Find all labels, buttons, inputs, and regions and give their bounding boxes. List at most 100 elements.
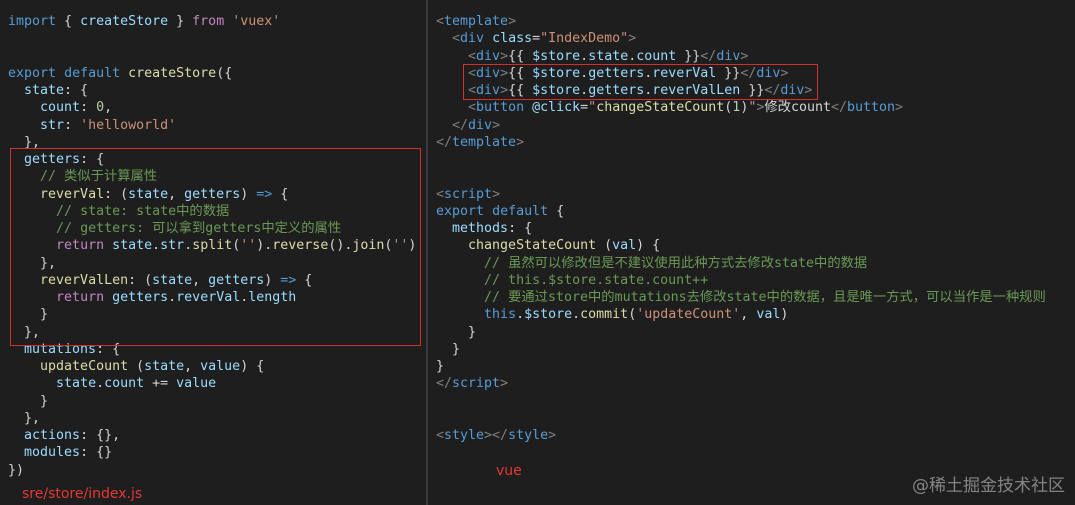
code-token: div — [460, 31, 485, 47]
code-token: </ — [764, 83, 781, 98]
code-token: }} — [676, 48, 701, 64]
code-line: } — [8, 306, 48, 323]
code-token: $store — [532, 65, 581, 81]
code-token: createStore — [80, 14, 169, 29]
code-token: ) { — [636, 238, 661, 254]
code-token: < — [452, 31, 461, 47]
code-token: // 虽然可以修改但是不建议使用此种方式去修改state中的数据 — [484, 255, 868, 271]
code-line: }) — [8, 462, 24, 479]
code-token: "IndexDemo" — [540, 31, 629, 47]
code-token: reverValLen — [652, 83, 741, 98]
code-token: > — [508, 14, 517, 29]
code-line: } — [436, 324, 476, 341]
code-token: . — [168, 290, 177, 305]
code-line: <div>{{ $store.getters.reverValLen }}</d… — [436, 82, 812, 99]
code-line: state: { — [8, 82, 88, 99]
code-token: = — [532, 31, 541, 47]
code-token: , — [168, 186, 185, 202]
code-token: : ( — [104, 186, 129, 202]
code-token: '' — [392, 238, 409, 254]
code-token: ) — [264, 272, 281, 288]
code-token: getters — [184, 186, 241, 202]
code-token: getters — [588, 83, 645, 98]
code-token: export — [8, 65, 57, 81]
code-line: // 要通过store中的mutations去修改state中的数据，且是唯一方… — [436, 289, 1046, 306]
code-token: : { — [96, 341, 121, 357]
code-line: } — [8, 393, 48, 410]
code-token: < — [436, 428, 445, 443]
code-token: </ — [830, 100, 847, 116]
code-token: div — [476, 48, 501, 64]
component-code-pane[interactable]: <template> <div class="IndexDemo"> <div>… — [428, 0, 1075, 505]
code-token: : — [80, 100, 97, 116]
code-token: $store — [532, 83, 581, 98]
code-line: </template> — [436, 134, 524, 151]
code-token: div — [468, 117, 493, 133]
code-token: default — [64, 65, 121, 81]
code-line: // 虽然可以修改但是不建议使用此种方式去修改state中的数据 — [436, 255, 867, 272]
code-token: > — [895, 100, 904, 116]
code-token: < — [468, 83, 477, 98]
code-token: return — [56, 238, 105, 254]
store-code-pane[interactable]: import { createStore } from 'vuex' export… — [0, 0, 426, 505]
code-token: div — [780, 83, 805, 98]
code-token: : { — [64, 83, 89, 98]
code-token: count — [636, 48, 677, 64]
code-token: </ — [700, 48, 717, 64]
code-token: state — [24, 83, 65, 98]
code-token: 'helloworld' — [80, 117, 177, 133]
code-token: (). — [328, 238, 353, 254]
code-token: }) — [8, 462, 25, 478]
code-token: // getters: 可以拿到getters中定义的属性 — [56, 221, 342, 236]
code-token: state — [128, 186, 169, 202]
code-token: => — [256, 186, 273, 202]
code-token: // this.$store.state.count++ — [484, 272, 709, 288]
code-token: 0 — [96, 100, 105, 116]
code-line: </div> — [436, 117, 500, 134]
code-token: length — [248, 290, 297, 305]
code-token: button — [847, 100, 896, 116]
code-token: default — [492, 203, 549, 219]
code-token: ></ — [484, 428, 509, 443]
code-token: state — [588, 48, 629, 64]
code-line: }, — [8, 134, 40, 151]
code-token: $store — [532, 48, 581, 64]
code-token: > — [492, 117, 501, 133]
code-token: changeStateCount — [468, 238, 597, 254]
code-line: <button @click="changeStateCount(1)">修改c… — [436, 99, 903, 116]
code-token: , — [192, 272, 209, 288]
code-token: > — [500, 376, 509, 392]
code-line: count: 0, — [8, 99, 112, 116]
code-token: < — [436, 186, 445, 202]
code-token: value — [176, 376, 217, 392]
code-token: { — [56, 14, 81, 29]
code-token: createStore — [128, 65, 217, 81]
code-line: // this.$store.state.count++ — [436, 272, 708, 289]
code-token: getters — [112, 290, 169, 305]
code-line: changeStateCount (val) { — [436, 237, 660, 254]
code-token: getters — [208, 272, 265, 288]
code-token: : {} — [80, 445, 113, 461]
code-token: str — [40, 117, 65, 133]
code-line: modules: {} — [8, 444, 112, 461]
code-token: += — [144, 376, 177, 392]
code-token: from — [192, 14, 225, 29]
code-token: reverse — [272, 238, 329, 254]
code-token: { — [548, 203, 565, 219]
code-token: > — [548, 428, 557, 443]
code-line: <div>{{ $store.state.count }}</div> — [436, 48, 748, 65]
code-token: changeStateCount — [596, 100, 725, 116]
code-line: str: 'helloworld' — [8, 117, 176, 134]
code-line: } — [436, 341, 460, 358]
code-token: }, — [8, 410, 41, 426]
